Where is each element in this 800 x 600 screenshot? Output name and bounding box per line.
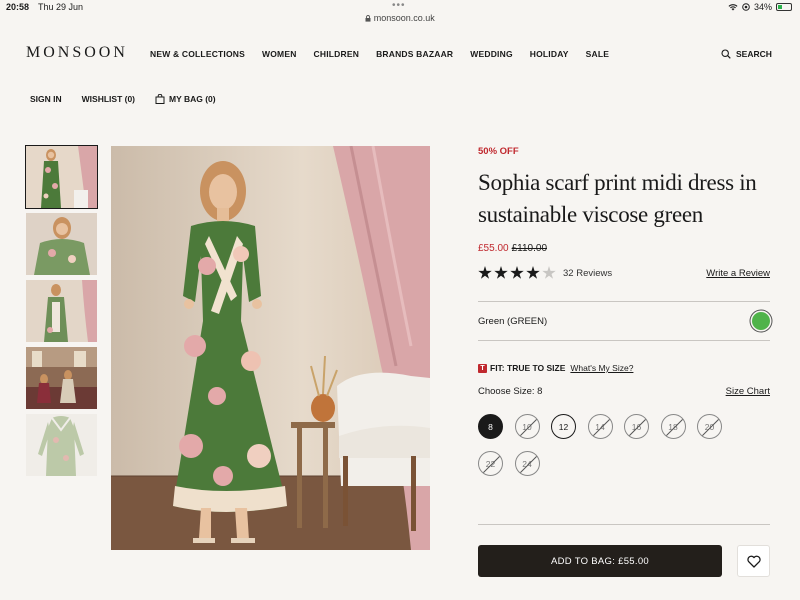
size-option-20[interactable]: 20 [697, 414, 722, 439]
write-review-link[interactable]: Write a Review [706, 268, 770, 279]
star-empty-icon [542, 266, 556, 279]
whats-my-size-link[interactable]: What's My Size? [570, 363, 633, 373]
star-filled-icon [478, 266, 492, 279]
discount-badge: 50% OFF [478, 146, 519, 157]
fit-info: T FIT: TRUE TO SIZE What's My Size? [478, 363, 770, 373]
size-option-16[interactable]: 16 [624, 414, 649, 439]
size-options: 8 10 12 14 16 18 20 22 24 [478, 414, 738, 476]
bag-icon [155, 94, 165, 104]
color-selector: Green (GREEN) [478, 301, 770, 341]
my-bag-link[interactable]: MY BAG (0) [155, 94, 216, 104]
search-icon [721, 49, 731, 59]
color-label: Green (GREEN) [478, 316, 548, 327]
star-rating[interactable] [478, 266, 556, 280]
wishlist-link[interactable]: WISHLIST (0) [82, 94, 135, 104]
size-option-12[interactable]: 12 [551, 414, 576, 439]
price-block: £55.00 £110.00 [478, 243, 770, 254]
nav-sale[interactable]: SALE [586, 49, 609, 59]
size-option-24[interactable]: 24 [514, 451, 540, 476]
product-title: Sophia scarf print midi dress in sustain… [478, 170, 757, 227]
size-option-18[interactable]: 18 [660, 414, 686, 439]
star-filled-icon [494, 266, 508, 279]
star-filled-icon [510, 266, 524, 279]
more-dots-icon[interactable]: ••• [392, 0, 406, 11]
product-thumbnail-2[interactable] [26, 213, 97, 275]
nav-brands-bazaar[interactable]: BRANDS BAZAAR [376, 49, 453, 59]
status-right: 34% [728, 2, 792, 12]
nav-wedding[interactable]: WEDDING [470, 49, 512, 59]
nav-children[interactable]: CHILDREN [314, 49, 360, 59]
fit-text: FIT: TRUE TO SIZE [490, 363, 566, 373]
nav-holiday[interactable]: HOLIDAY [530, 49, 569, 59]
lock-icon [365, 15, 371, 22]
status-date: Thu 29 Jun [38, 2, 84, 12]
main-nav: NEW & COLLECTIONS WOMEN CHILDREN BRANDS … [150, 49, 609, 59]
battery-icon [776, 3, 792, 11]
wishlist-button[interactable] [737, 545, 770, 577]
product-thumbnail-4[interactable] [26, 347, 97, 409]
chosen-size-value: 8 [537, 386, 543, 397]
fit-icon: T [478, 363, 487, 373]
status-time: 20:58 [6, 2, 30, 12]
url-bar[interactable]: monsoon.co.uk [0, 13, 800, 23]
nav-women[interactable]: WOMEN [262, 49, 297, 59]
product-thumbnail-5[interactable] [26, 414, 97, 476]
url-text: monsoon.co.uk [373, 13, 435, 23]
add-to-bag-button[interactable]: ADD TO BAG: £55.00 [478, 545, 722, 577]
product-main-image[interactable] [111, 146, 430, 550]
divider [478, 524, 770, 525]
search-button[interactable]: SEARCH [721, 49, 772, 59]
size-header: Choose Size: 8 Size Chart [478, 386, 770, 400]
size-option-8[interactable]: 8 [478, 414, 503, 439]
wifi-icon [728, 4, 738, 11]
choose-size-label: Choose Size: [478, 386, 535, 397]
rating-row: 32 Reviews Write a Review [478, 266, 770, 286]
size-option-22[interactable]: 22 [478, 451, 503, 476]
color-swatch-green[interactable] [752, 312, 770, 330]
size-option-10[interactable]: 10 [514, 414, 540, 439]
size-option-14[interactable]: 14 [587, 414, 613, 439]
search-label: SEARCH [736, 49, 772, 59]
original-price: £110.00 [511, 243, 547, 254]
nav-new-collections[interactable]: NEW & COLLECTIONS [150, 49, 245, 59]
size-chart-link[interactable]: Size Chart [726, 386, 770, 397]
heart-icon [746, 555, 761, 568]
my-bag-label: MY BAG (0) [169, 94, 216, 104]
sale-price: £55.00 [478, 243, 509, 254]
star-filled-icon [526, 266, 540, 279]
monsoon-logo[interactable]: MONSOON [26, 44, 128, 62]
review-count[interactable]: 32 Reviews [563, 268, 612, 279]
battery-percent: 34% [753, 2, 772, 12]
account-nav: SIGN IN WISHLIST (0) MY BAG (0) [30, 94, 236, 104]
product-info: 50% OFF Sophia scarf print midi dress in… [478, 146, 770, 476]
product-thumbnail-3[interactable] [26, 280, 97, 342]
location-icon [742, 3, 750, 11]
product-thumbnail-1[interactable] [25, 145, 98, 209]
thumbnail-list [25, 145, 98, 481]
sign-in-link[interactable]: SIGN IN [30, 94, 62, 104]
